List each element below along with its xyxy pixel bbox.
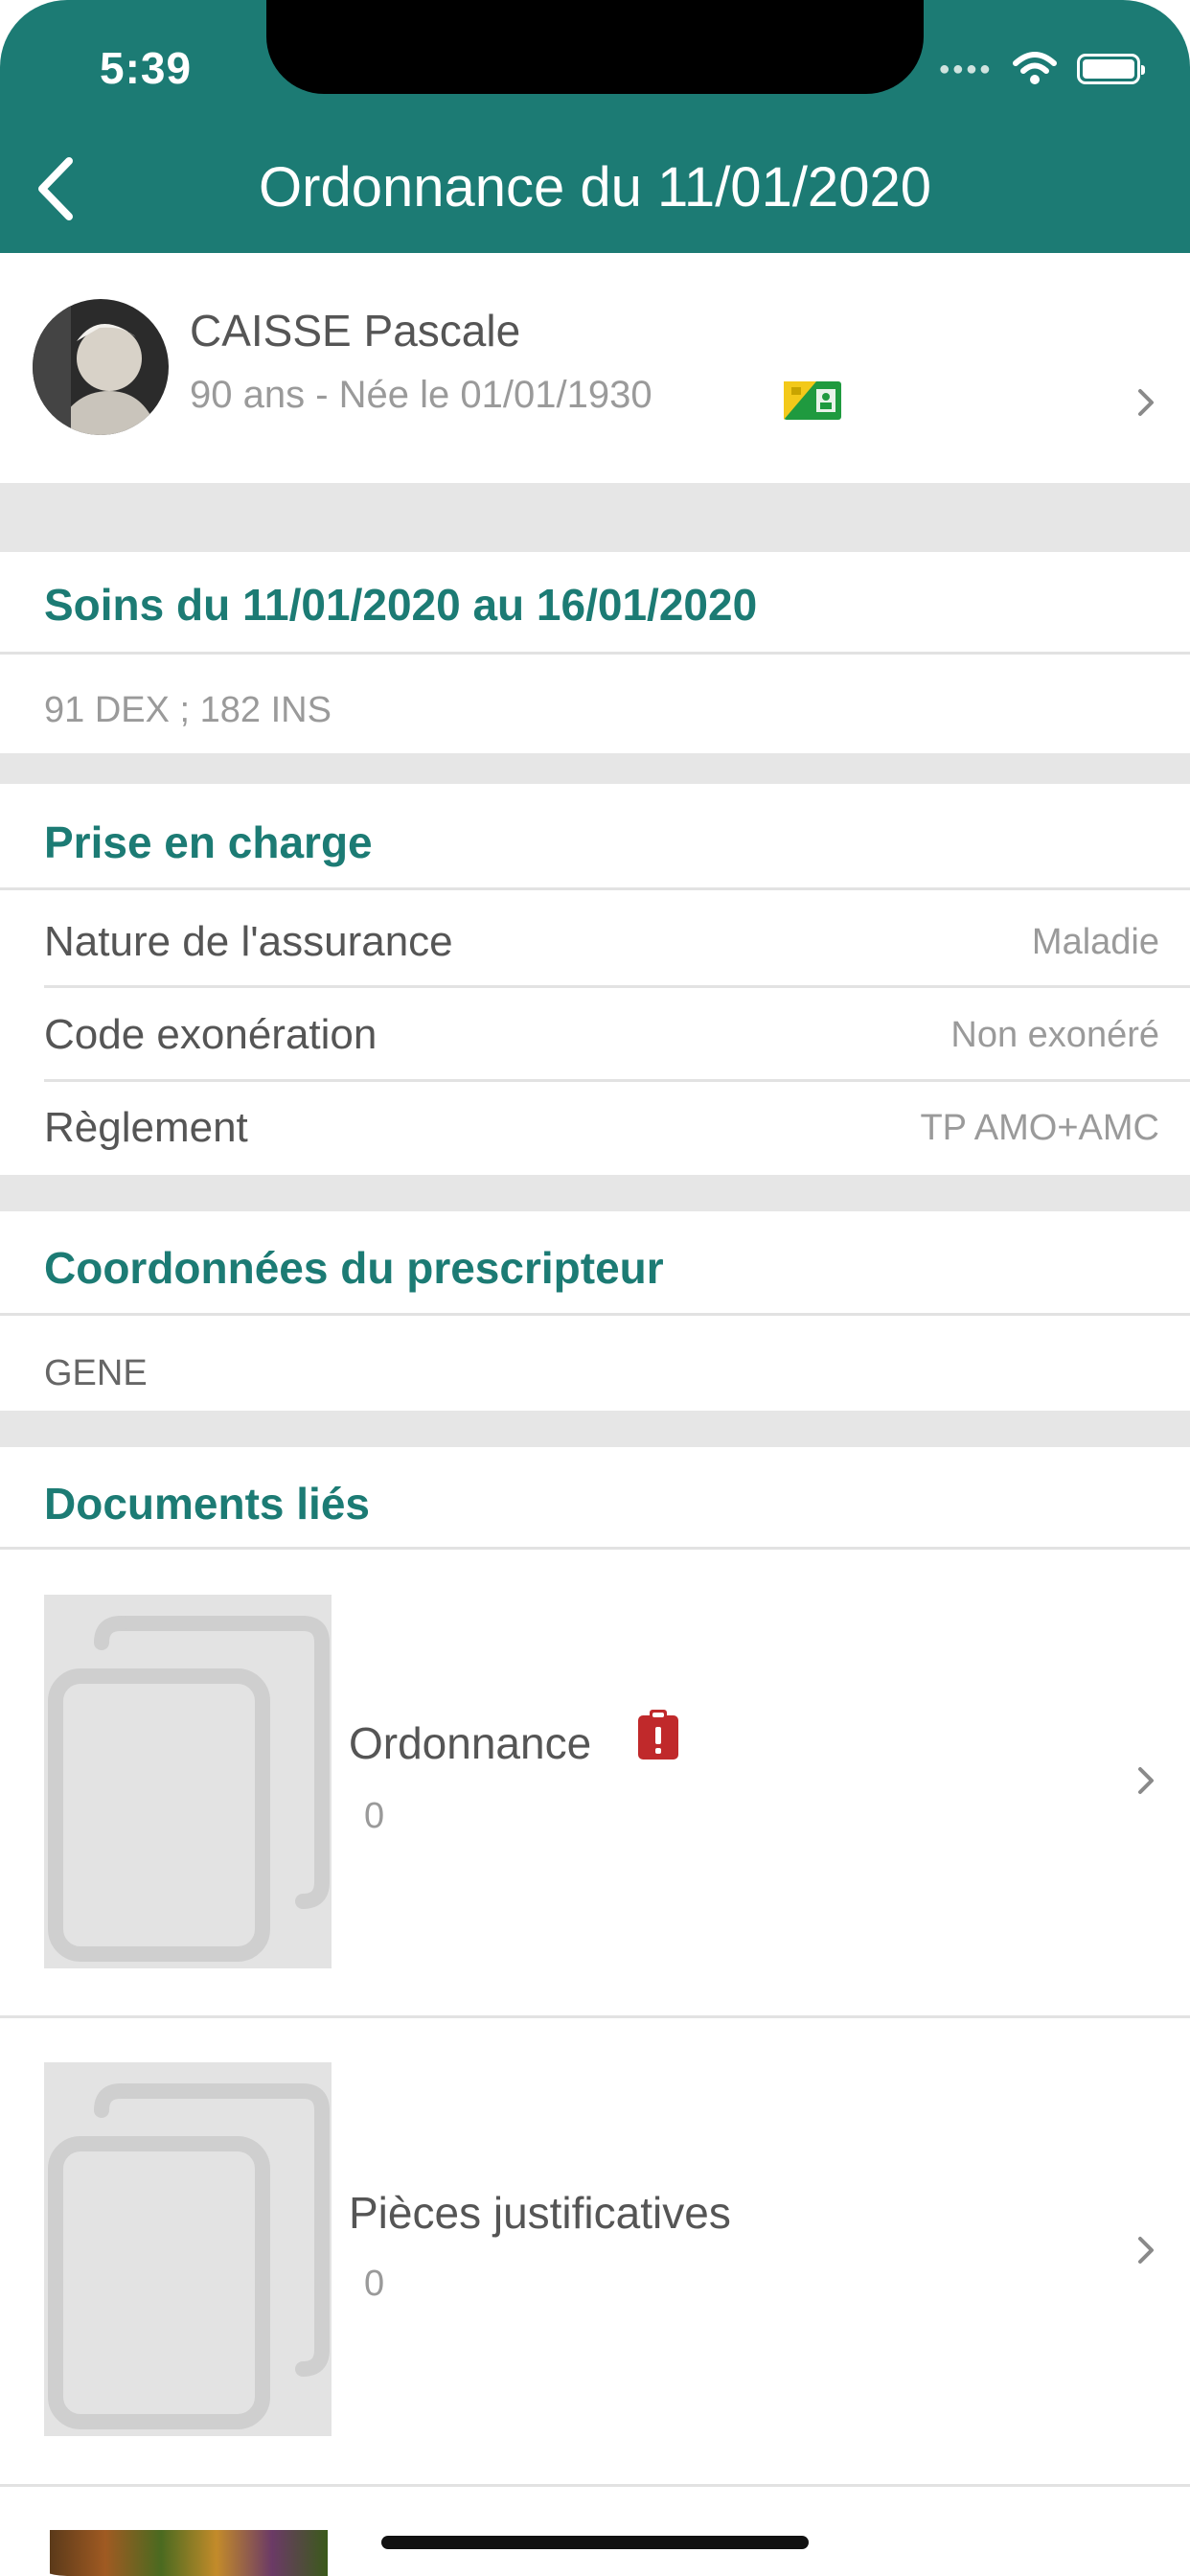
divider — [44, 985, 1190, 988]
clipboard-alert-icon — [638, 1710, 678, 1760]
patient-avatar — [33, 299, 169, 435]
document-placeholder-icon — [44, 1595, 332, 1968]
document-count: 0 — [364, 1796, 385, 1836]
section-gap — [0, 753, 1190, 784]
exoneration-label: Code exonération — [44, 1011, 378, 1058]
divider — [0, 887, 1190, 890]
document-title: Pièces justificatives — [349, 2188, 731, 2238]
documents-title: Documents liés — [44, 1479, 370, 1529]
section-gap — [0, 1175, 1190, 1211]
prescripteur-title: Coordonnées du prescripteur — [44, 1243, 664, 1293]
wifi-icon — [1013, 52, 1057, 84]
cellular-signal-icon: ●●●● — [938, 58, 993, 80]
screen: 5:39 ●●●● Ordonnance du 11/01/2020 CAISS… — [0, 0, 1190, 2576]
section-gap — [0, 483, 1190, 552]
soins-detail: 91 DEX ; 182 INS — [44, 690, 332, 730]
document-placeholder-icon — [44, 2062, 332, 2436]
document-title: Ordonnance — [349, 1718, 592, 1768]
chevron-right-icon — [1138, 2237, 1154, 2264]
divider — [0, 652, 1190, 655]
vitale-card-icon — [784, 381, 841, 420]
prise-en-charge-title: Prise en charge — [44, 817, 373, 867]
reglement-label: Règlement — [44, 1104, 248, 1151]
divider — [0, 2484, 1190, 2487]
document-thumbnail-photo[interactable] — [50, 2530, 328, 2576]
device-notch — [266, 0, 924, 94]
section-gap — [0, 1411, 1190, 1447]
home-indicator[interactable] — [381, 2536, 809, 2549]
patient-row[interactable] — [0, 253, 1190, 483]
exoneration-value: Non exonéré — [950, 1015, 1159, 1055]
patient-name: CAISSE Pascale — [190, 306, 521, 356]
assurance-value: Maladie — [1031, 922, 1159, 962]
assurance-label: Nature de l'assurance — [44, 918, 453, 965]
chevron-right-icon — [1138, 1767, 1154, 1794]
document-count: 0 — [364, 2264, 385, 2304]
soins-title: Soins du 11/01/2020 au 16/01/2020 — [44, 580, 758, 630]
battery-icon — [1077, 54, 1145, 84]
chevron-right-icon — [1138, 389, 1154, 416]
status-icons: ●●●● — [938, 50, 1145, 88]
status-time: 5:39 — [100, 43, 193, 93]
divider — [0, 1313, 1190, 1316]
reglement-value: TP AMO+AMC — [920, 1108, 1159, 1148]
divider — [44, 1079, 1190, 1082]
patient-info: 90 ans - Née le 01/01/1930 — [190, 374, 652, 416]
prescripteur-name: GENE — [44, 1353, 148, 1393]
page-title: Ordonnance du 11/01/2020 — [259, 156, 931, 218]
